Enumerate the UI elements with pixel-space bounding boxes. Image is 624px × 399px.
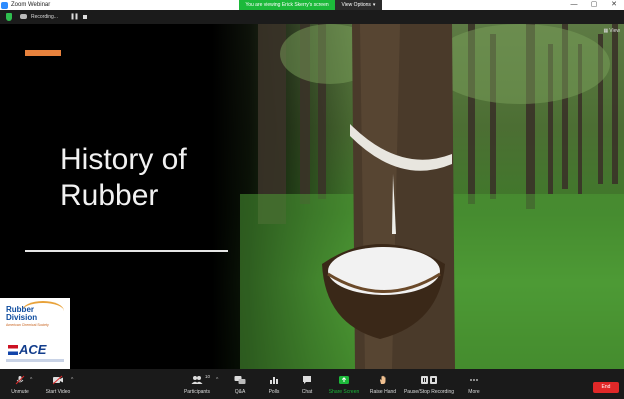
- restore-button[interactable]: ▢: [584, 0, 604, 10]
- qa-label: Q&A: [234, 389, 246, 395]
- slide-divider: [25, 250, 228, 252]
- qa-button[interactable]: Q&A: [228, 369, 252, 399]
- window-title-group: Zoom Webinar: [1, 0, 50, 10]
- participants-button[interactable]: 10 Participants: [182, 369, 212, 399]
- unmute-label: Unmute: [11, 389, 29, 395]
- minimize-button[interactable]: —: [564, 0, 584, 10]
- chevron-down-icon: ▾: [372, 2, 376, 8]
- shield-icon[interactable]: [6, 13, 12, 21]
- recording-bar: Recording... ❚❚: [0, 10, 624, 24]
- window-title: Zoom Webinar: [11, 2, 51, 8]
- participants-count: 10: [205, 374, 211, 379]
- unmute-button[interactable]: Unmute: [6, 369, 34, 399]
- rubber-division-logo-subtitle: American Chemical Society: [6, 323, 49, 327]
- start-video-button[interactable]: Start Video: [42, 369, 74, 399]
- start-video-label: Start Video: [45, 389, 71, 395]
- audio-options-chevron-icon[interactable]: ^: [30, 378, 32, 383]
- polls-button[interactable]: Polls: [262, 369, 286, 399]
- participants-icon: 10: [191, 374, 210, 385]
- qa-icon: [234, 375, 246, 385]
- video-options-chevron-icon[interactable]: ^: [71, 378, 73, 383]
- grid-view-icon: ▦: [603, 28, 609, 34]
- stop-recording-icon[interactable]: [83, 15, 87, 19]
- view-toggle-label: View: [609, 28, 620, 34]
- view-options-button[interactable]: View Options ▾: [335, 0, 382, 10]
- recording-status: Recording...: [31, 14, 58, 20]
- ace-flag-icon: [8, 345, 18, 355]
- window-titlebar: Zoom Webinar You are viewing Erick Skerr…: [0, 0, 624, 10]
- share-screen-label: Share Screen: [328, 389, 360, 395]
- chat-label: Chat: [301, 389, 313, 395]
- window-controls: — ▢ ✕: [564, 0, 624, 10]
- pause-stop-recording-icon: [420, 375, 438, 385]
- chat-button[interactable]: Chat: [295, 369, 319, 399]
- cloud-recording-icon: [20, 14, 27, 19]
- polls-label: Polls: [268, 389, 280, 395]
- ace-logo: ACE: [6, 342, 60, 358]
- share-screen-icon: [339, 375, 350, 385]
- end-button[interactable]: End: [593, 382, 619, 393]
- pause-stop-recording-button[interactable]: Pause/Stop Recording: [402, 369, 456, 399]
- participants-label: Participants: [183, 389, 211, 395]
- chat-icon: [302, 375, 312, 385]
- raise-hand-label: Raise Hand: [369, 389, 397, 395]
- more-button[interactable]: More: [462, 369, 486, 399]
- more-label: More: [468, 389, 480, 395]
- viewing-screen-banner: You are viewing Erick Skerry's screen: [239, 0, 335, 10]
- screen-share-banner: You are viewing Erick Skerry's screen Vi…: [239, 0, 382, 10]
- polls-icon: [269, 375, 279, 385]
- raise-hand-icon: [378, 375, 388, 385]
- ace-logo-text: ACE: [19, 342, 47, 357]
- muted-microphone-icon: [15, 375, 25, 385]
- shared-screen-slide: History of Rubber ▦ View Rubber Division…: [0, 24, 624, 369]
- ace-logo-tagline: [6, 359, 64, 362]
- close-button[interactable]: ✕: [604, 0, 624, 10]
- participants-chevron-icon[interactable]: ^: [216, 378, 218, 383]
- pause-recording-icon[interactable]: ❚❚: [70, 14, 79, 20]
- slide-accent-bar: [25, 50, 61, 56]
- view-options-label: View Options: [341, 2, 371, 8]
- meeting-toolbar: Unmute ^ Start Video ^ 10 Participants ^…: [0, 369, 624, 399]
- view-toggle[interactable]: ▦ View: [604, 28, 620, 34]
- pause-stop-recording-label: Pause/Stop Recording: [403, 389, 455, 395]
- zoom-app-icon: [1, 1, 8, 9]
- more-icon: [469, 375, 479, 385]
- slide-title: History of Rubber: [60, 143, 187, 212]
- raise-hand-button[interactable]: Raise Hand: [367, 369, 399, 399]
- sponsor-logos-panel: Rubber Division American Chemical Societ…: [0, 298, 70, 369]
- video-off-icon: [52, 375, 64, 385]
- share-screen-button[interactable]: Share Screen: [328, 369, 360, 399]
- rubber-division-logo-line2: Division: [6, 313, 38, 322]
